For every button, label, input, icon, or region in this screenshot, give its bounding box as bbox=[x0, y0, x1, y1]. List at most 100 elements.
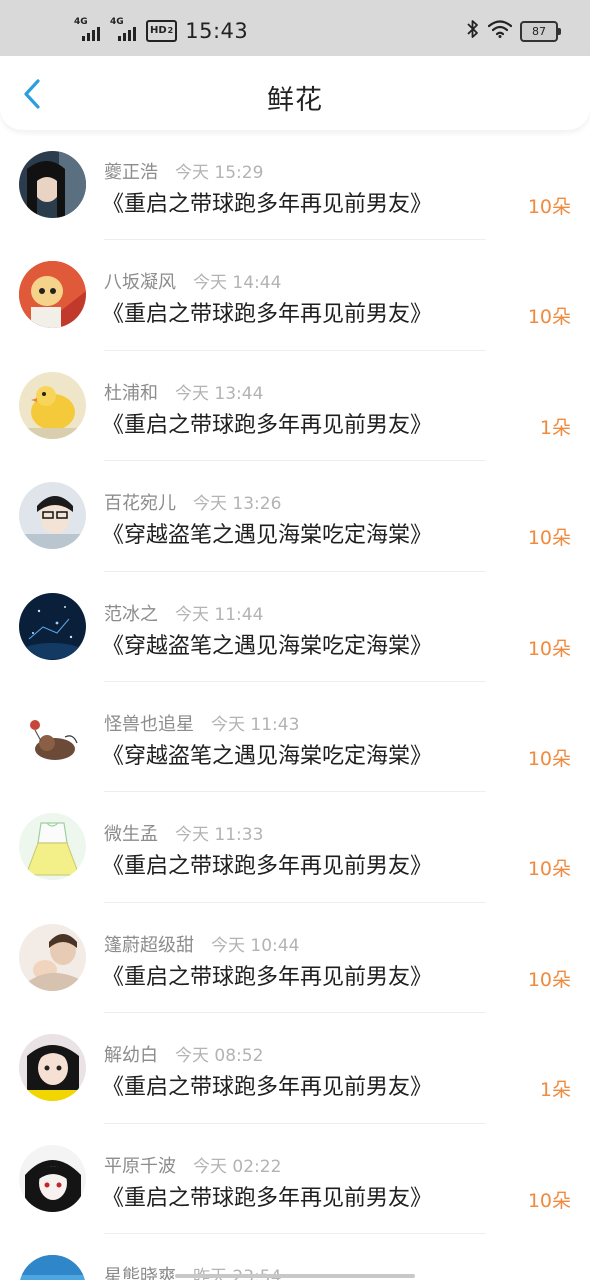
status-time: 15:43 bbox=[185, 19, 249, 43]
avatar bbox=[19, 702, 86, 770]
list-item[interactable]: 八坂凝风 今天 14:44 《重启之带球跑多年再见前男友》 10朵 bbox=[0, 240, 590, 351]
status-bar: 4G 4G HD 2 15:43 87 bbox=[0, 0, 590, 56]
username[interactable]: 解幼白 bbox=[104, 1041, 158, 1067]
meta-line: 平原千波 今天 02:22 bbox=[104, 1152, 281, 1178]
meta-line: 怪兽也追星 今天 11:43 bbox=[104, 710, 299, 736]
flower-count: 10朵 bbox=[527, 196, 571, 218]
signal-bar bbox=[128, 30, 131, 41]
signal-bar bbox=[82, 36, 85, 41]
avatar bbox=[19, 923, 86, 991]
username[interactable]: 夔正浩 bbox=[104, 158, 158, 184]
flower-count: 10朵 bbox=[527, 306, 571, 329]
flower-count: 10朵 bbox=[527, 527, 571, 550]
flower-count: 10朵 bbox=[527, 1189, 571, 1212]
timestamp: 今天 13:44 bbox=[175, 383, 264, 404]
meta-line: 篷蔚超级甜 今天 10:44 bbox=[104, 931, 299, 957]
meta-line: 百花宛儿 今天 13:26 bbox=[104, 489, 281, 515]
username[interactable]: 怪兽也追星 bbox=[104, 710, 194, 736]
flower-count: 1朵 bbox=[539, 416, 571, 439]
page-title: 鲜花 bbox=[267, 85, 323, 116]
list-item[interactable]: 杜浦和 今天 13:44 《重启之带球跑多年再见前男友》 1朵 bbox=[0, 351, 590, 462]
timestamp: 今天 13:26 bbox=[193, 494, 282, 515]
username[interactable]: 范冰之 bbox=[104, 600, 158, 626]
status-left: 4G 4G HD 2 15:43 bbox=[74, 14, 248, 48]
book-title: 《穿越盗笔之遇见海棠吃定海棠》 bbox=[102, 633, 433, 659]
timestamp: 今天 14:44 bbox=[193, 273, 282, 294]
signal-icon: 4G bbox=[110, 17, 140, 43]
bluetooth-icon bbox=[466, 19, 480, 43]
signal-bar bbox=[118, 36, 121, 41]
username[interactable]: 百花宛儿 bbox=[104, 489, 176, 515]
avatar bbox=[19, 1254, 86, 1280]
avatar bbox=[19, 151, 86, 218]
signal-bar bbox=[97, 27, 100, 41]
flower-count: 1朵 bbox=[539, 1079, 571, 1102]
meta-line: 微生孟 今天 11:33 bbox=[104, 820, 263, 846]
gift-list: 夔正浩 今天 15:29 《重启之带球跑多年再见前男友》 10朵 八坂凝风 今天… bbox=[0, 130, 590, 1280]
meta-line: 解幼白 今天 08:52 bbox=[104, 1041, 263, 1067]
hd-label: HD bbox=[150, 25, 167, 36]
timestamp: 今天 11:44 bbox=[175, 604, 264, 625]
signal-bar bbox=[87, 33, 90, 41]
flower-count: 10朵 bbox=[527, 747, 571, 770]
list-item[interactable]: 百花宛儿 今天 13:26 《穿越盗笔之遇见海棠吃定海棠》 10朵 bbox=[0, 461, 590, 572]
timestamp: 今天 10:44 bbox=[211, 935, 300, 956]
flower-count: 10朵 bbox=[527, 858, 571, 881]
book-title: 《重启之带球跑多年再见前男友》 bbox=[102, 302, 433, 328]
signal-label: 4G bbox=[74, 17, 88, 27]
screen: 4G 4G HD 2 15:43 87 鲜花 夔正浩 今天 15:29 《重启之… bbox=[0, 0, 590, 1280]
username[interactable]: 八坂凝风 bbox=[104, 268, 176, 294]
username[interactable]: 平原千波 bbox=[104, 1152, 176, 1178]
username[interactable]: 篷蔚超级甜 bbox=[104, 931, 194, 957]
signal-bar bbox=[123, 33, 126, 41]
list-item[interactable]: 怪兽也追星 今天 11:43 《穿越盗笔之遇见海棠吃定海棠》 10朵 bbox=[0, 682, 590, 793]
avatar bbox=[19, 261, 86, 329]
avatar bbox=[19, 1144, 86, 1212]
book-title: 《重启之带球跑多年再见前男友》 bbox=[102, 192, 433, 217]
book-title: 《重启之带球跑多年再见前男友》 bbox=[102, 412, 433, 438]
battery-level: 87 bbox=[532, 24, 546, 38]
meta-line: 八坂凝风 今天 14:44 bbox=[104, 268, 281, 294]
timestamp: 今天 02:22 bbox=[193, 1156, 282, 1177]
flower-count: 10朵 bbox=[527, 968, 571, 991]
list-item[interactable]: 微生孟 今天 11:33 《重启之带球跑多年再见前男友》 10朵 bbox=[0, 792, 590, 903]
hd-voice-icon: HD 2 bbox=[146, 20, 178, 42]
avatar bbox=[19, 482, 86, 550]
status-right: 87 bbox=[466, 18, 561, 44]
book-title: 《重启之带球跑多年再见前男友》 bbox=[102, 1075, 433, 1101]
username[interactable]: 微生孟 bbox=[104, 820, 158, 846]
timestamp: 今天 15:29 bbox=[175, 163, 264, 183]
flower-count: 10朵 bbox=[527, 637, 571, 660]
book-title: 《重启之带球跑多年再见前男友》 bbox=[102, 964, 433, 990]
signal-bar bbox=[92, 30, 95, 41]
meta-line: 杜浦和 今天 13:44 bbox=[104, 379, 263, 405]
meta-line: 范冰之 今天 11:44 bbox=[104, 600, 263, 626]
book-title: 《重启之带球跑多年再见前男友》 bbox=[102, 854, 433, 880]
wifi-icon bbox=[487, 20, 513, 42]
home-indicator[interactable] bbox=[175, 1274, 415, 1278]
list-item[interactable]: 夔正浩 今天 15:29 《重启之带球跑多年再见前男友》 10朵 bbox=[0, 130, 590, 241]
signal-label: 4G bbox=[110, 17, 124, 27]
meta-line: 夔正浩 今天 15:29 bbox=[104, 158, 263, 184]
signal-icon: 4G bbox=[74, 17, 104, 43]
username[interactable]: 星熊晓爽 bbox=[104, 1262, 176, 1280]
timestamp: 今天 11:43 bbox=[211, 714, 300, 735]
avatar bbox=[19, 1034, 86, 1102]
book-title: 《穿越盗笔之遇见海棠吃定海棠》 bbox=[102, 523, 433, 549]
list-item[interactable]: 篷蔚超级甜 今天 10:44 《重启之带球跑多年再见前男友》 10朵 bbox=[0, 903, 590, 1014]
timestamp: 今天 11:33 bbox=[175, 825, 264, 846]
book-title: 《重启之带球跑多年再见前男友》 bbox=[102, 1185, 433, 1211]
nav-header: 鲜花 bbox=[0, 56, 590, 130]
hd-sub-label: 2 bbox=[167, 26, 174, 35]
battery-icon: 87 bbox=[520, 20, 561, 42]
list-item[interactable]: 解幼白 今天 08:52 《重启之带球跑多年再见前男友》 1朵 bbox=[0, 1013, 590, 1124]
username[interactable]: 杜浦和 bbox=[104, 379, 158, 405]
avatar bbox=[19, 592, 86, 660]
list-item[interactable]: 范冰之 今天 11:44 《穿越盗笔之遇见海棠吃定海棠》 10朵 bbox=[0, 572, 590, 682]
list-item[interactable]: 平原千波 今天 02:22 《重启之带球跑多年再见前男友》 10朵 bbox=[0, 1124, 590, 1234]
avatar bbox=[19, 813, 86, 881]
book-title: 《穿越盗笔之遇见海棠吃定海棠》 bbox=[102, 743, 433, 769]
avatar bbox=[19, 371, 86, 439]
timestamp: 今天 08:52 bbox=[175, 1046, 264, 1067]
signal-bar bbox=[133, 27, 136, 41]
